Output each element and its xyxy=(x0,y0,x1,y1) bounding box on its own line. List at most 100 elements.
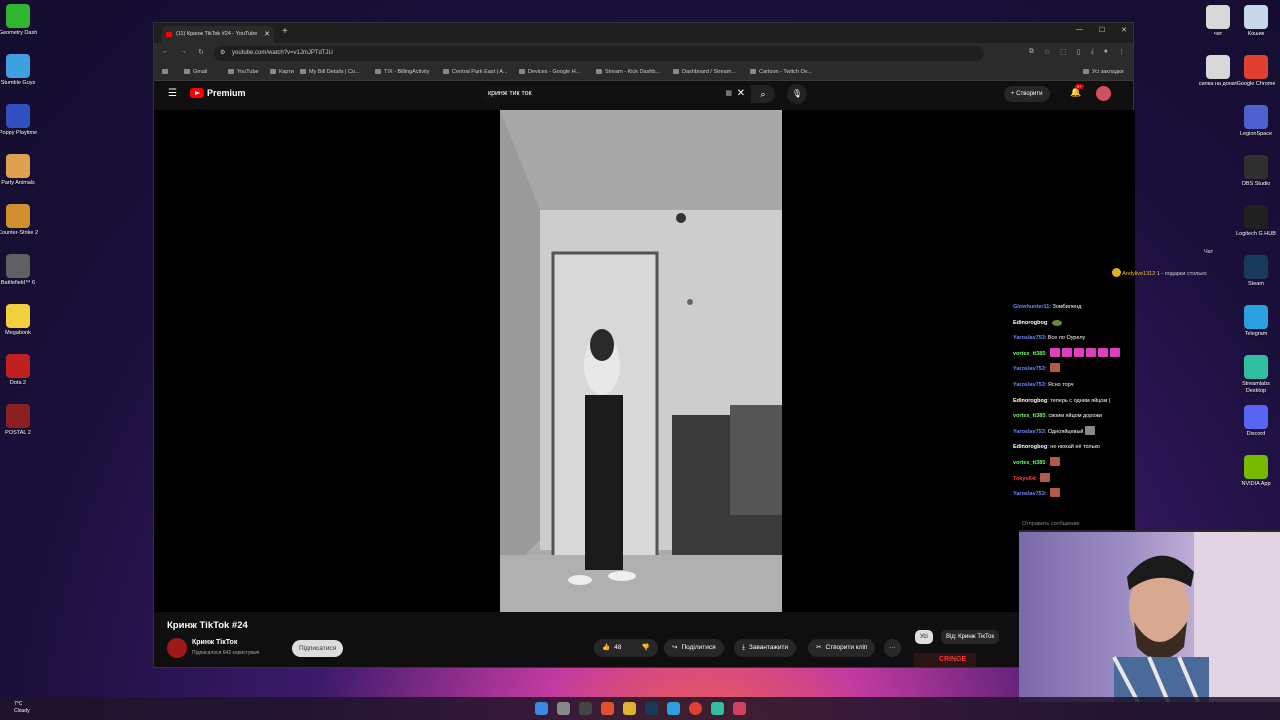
desktop-shortcut[interactable]: Geometry Dash xyxy=(0,4,40,37)
bookmark-item[interactable]: Central Park East | A... xyxy=(443,69,508,75)
chat-username[interactable]: Yaroslav753 xyxy=(1013,382,1045,388)
chat-username[interactable]: Yaroslav753 xyxy=(1013,429,1045,435)
bookmark-item[interactable]: YouTube xyxy=(228,69,259,75)
reload-icon[interactable]: ↻ xyxy=(198,48,204,56)
close-window-icon[interactable]: ✕ xyxy=(1121,26,1127,34)
chat-username[interactable]: Yaroslav753 xyxy=(1013,366,1045,372)
voice-search-button[interactable]: 🎙 xyxy=(787,84,807,104)
new-tab-icon[interactable]: + xyxy=(282,26,288,37)
desktop-shortcut[interactable]: Google Chrome xyxy=(1234,55,1278,88)
desktop-shortcut[interactable]: Кошик xyxy=(1234,5,1278,38)
subscribe-button[interactable]: Підписатися xyxy=(292,640,344,657)
bookmark-item[interactable]: Cartoon - Twitch Ov... xyxy=(750,69,812,75)
app-icon xyxy=(1244,305,1268,329)
bookmark-item[interactable]: Карти xyxy=(270,69,294,75)
bookmark-item[interactable]: Devices - Google H... xyxy=(519,69,580,75)
extensions-icon[interactable]: ⬚ xyxy=(1060,48,1067,56)
desktop-shortcut[interactable]: Streamlabs Desktop xyxy=(1234,355,1278,395)
desktop-shortcut[interactable]: Dota 2 xyxy=(0,354,40,387)
search-input[interactable]: кринж тик ток ▦ ✕ xyxy=(480,85,750,103)
task-view-icon[interactable] xyxy=(557,702,570,715)
more-button[interactable]: ··· xyxy=(884,639,901,657)
desktop-shortcut[interactable]: Stumble Guys xyxy=(0,54,40,87)
chat-username[interactable]: Edinorogbog xyxy=(1013,398,1047,404)
desktop-shortcut[interactable]: POSTAL 2 xyxy=(0,404,40,437)
chat-username[interactable]: vortex_tt385 xyxy=(1013,351,1045,357)
app2-taskbar-icon[interactable] xyxy=(733,702,746,715)
clear-search-icon[interactable]: ✕ xyxy=(737,85,745,103)
back-icon[interactable]: ← xyxy=(162,48,169,55)
dislike-icon[interactable]: 👎 xyxy=(642,639,650,657)
bookmark-item[interactable]: TIX - BillingActivity xyxy=(375,69,430,75)
chat-username[interactable]: Yaroslav753 xyxy=(1013,491,1045,497)
url-field[interactable]: ⚙ youtube.com/watch?v=v1JmJPTdTJU xyxy=(214,46,984,61)
chat-input[interactable]: Отправить сообщение xyxy=(1022,521,1080,527)
share-button[interactable]: ↪ Поділитися xyxy=(664,639,724,657)
browser-tab[interactable]: (11) Кринж TikTok #24 - YouTube ✕ xyxy=(162,26,274,43)
desktop-shortcut[interactable]: Discord xyxy=(1234,405,1278,438)
profile-icon[interactable]: ● xyxy=(1104,48,1108,56)
bookmark-item[interactable]: Gmail xyxy=(184,69,207,75)
chat-username[interactable]: vortex_tt385 xyxy=(1013,460,1045,466)
streamlabs-taskbar-icon[interactable] xyxy=(711,702,724,715)
desktop-shortcut[interactable]: Telegram xyxy=(1234,305,1278,338)
forward-icon[interactable]: → xyxy=(180,48,187,55)
sidepanel-icon[interactable]: ▯ xyxy=(1077,48,1081,56)
hamburger-menu-icon[interactable]: ☰ xyxy=(168,88,177,99)
video-frame[interactable] xyxy=(500,110,782,612)
desktop-shortcut[interactable]: Logitech G HUB xyxy=(1234,205,1278,238)
install-icon[interactable]: ⧉ xyxy=(1029,48,1034,56)
bookmark-star-icon[interactable]: ☆ xyxy=(1044,48,1050,56)
suggested-thumbnail[interactable]: CRINGE xyxy=(914,653,976,667)
steam-taskbar-icon[interactable] xyxy=(645,702,658,715)
account-avatar[interactable] xyxy=(1096,86,1111,101)
chat-username[interactable]: Glowhunter11 xyxy=(1013,304,1049,310)
close-tab-icon[interactable]: ✕ xyxy=(264,26,270,43)
chrome-taskbar-icon[interactable] xyxy=(689,702,702,715)
chat-username[interactable]: vortex_tt385 xyxy=(1013,413,1045,419)
like-icon[interactable]: 👍 xyxy=(602,644,610,651)
desktop-shortcut[interactable]: Party Animals xyxy=(0,154,40,187)
channel-name[interactable]: Кринж ТікТок xyxy=(192,639,237,646)
desktop-shortcut[interactable]: OBS Studio xyxy=(1234,155,1278,188)
video-player[interactable] xyxy=(154,110,1135,612)
youtube-logo[interactable]: Premium xyxy=(190,88,246,98)
download-button[interactable]: ⤓ Завантажити xyxy=(734,639,797,657)
search-button[interactable]: ⌕ xyxy=(751,85,775,103)
obs-taskbar-icon[interactable] xyxy=(579,702,592,715)
chat-username[interactable]: Edinorogbog xyxy=(1013,320,1047,326)
app-taskbar-icon[interactable] xyxy=(601,702,614,715)
create-button[interactable]: + Створити xyxy=(1004,86,1050,102)
all-bookmarks[interactable]: Усі закладки xyxy=(1083,69,1124,75)
clip-button[interactable]: ✂ Створити кліп xyxy=(808,639,876,657)
channel-avatar[interactable] xyxy=(167,638,187,658)
chat-username[interactable]: Yaroslav753 xyxy=(1013,335,1045,341)
telegram-taskbar-icon[interactable] xyxy=(667,702,680,715)
bookmark-item[interactable]: My Bill Details | Co... xyxy=(300,69,360,75)
desktop-shortcut[interactable]: Megabonk xyxy=(0,304,40,337)
menu-icon[interactable]: ⋮ xyxy=(1118,48,1125,56)
chat-username[interactable]: Tokyo64 xyxy=(1013,476,1035,482)
notifications-button[interactable]: 🔔 9+ xyxy=(1070,84,1084,98)
desktop-shortcut[interactable]: Battlefield™ 6 xyxy=(0,254,40,287)
start-icon[interactable] xyxy=(535,702,548,715)
weather-widget[interactable]: 7°C Cloudy xyxy=(14,701,30,715)
desktop-shortcut[interactable]: Steam xyxy=(1234,255,1278,288)
desktop-shortcut[interactable]: NVIDIA App xyxy=(1234,455,1278,488)
site-info-icon[interactable]: ⚙ xyxy=(220,46,225,61)
keyboard-icon[interactable]: ▦ xyxy=(725,85,732,103)
chip-all[interactable]: Усі xyxy=(915,630,933,644)
chat-username[interactable]: Edinorogbog xyxy=(1013,444,1047,450)
minimize-icon[interactable]: — xyxy=(1076,26,1083,34)
chat-message: Edinorogbog: не нюхай её только xyxy=(1013,440,1183,456)
downloads-icon[interactable]: ⤓ xyxy=(1091,48,1094,56)
chip-from-channel[interactable]: Від: Кринж ТікТок xyxy=(941,630,1000,644)
file-explorer-icon[interactable] xyxy=(623,702,636,715)
desktop-shortcut[interactable]: LegionSpace xyxy=(1234,105,1278,138)
apps-icon[interactable] xyxy=(162,69,168,75)
desktop-shortcut[interactable]: Poppy Playtime xyxy=(0,104,40,137)
desktop-shortcut[interactable]: Counter-Strike 2 xyxy=(0,204,40,237)
bookmark-item[interactable]: Stream - Kick Dashb... xyxy=(596,69,660,75)
bookmark-item[interactable]: Dashboard / Stream... xyxy=(673,69,736,75)
maximize-icon[interactable]: ☐ xyxy=(1099,26,1105,34)
